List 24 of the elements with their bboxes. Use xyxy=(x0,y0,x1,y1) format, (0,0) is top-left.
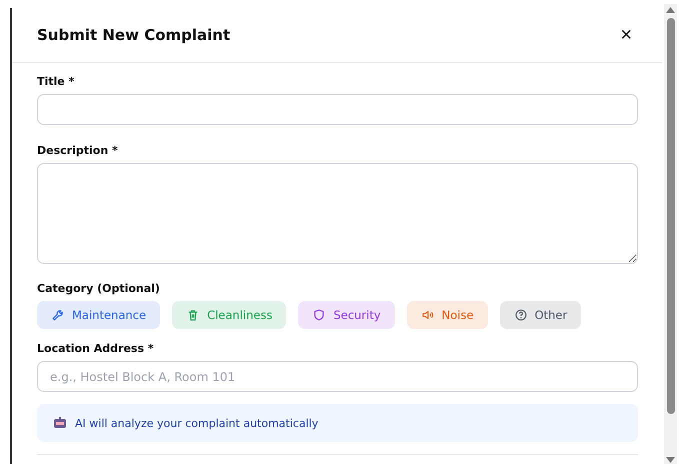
field-label: Title * xyxy=(37,75,76,88)
scrollbar-thumb[interactable] xyxy=(667,18,675,414)
question-icon xyxy=(514,308,528,322)
category-chip[interactable]: Noise xyxy=(406,301,488,329)
scrollbar[interactable] xyxy=(664,4,677,464)
field-label: Description * xyxy=(37,144,119,157)
field-label: Category (Optional) xyxy=(37,282,161,295)
scroll-up-icon[interactable] xyxy=(666,7,675,13)
wrench-icon xyxy=(51,308,65,322)
shield-icon xyxy=(312,308,326,322)
field-label: Location Address * xyxy=(37,342,155,355)
location-field[interactable]: e.g., Hostel Block A, Room 101 xyxy=(37,361,638,392)
description-field[interactable] xyxy=(37,163,638,264)
category-chip[interactable]: Maintenance xyxy=(37,301,160,329)
title-field[interactable] xyxy=(37,94,638,125)
scroll-down-icon[interactable] xyxy=(666,457,675,463)
speaker-icon xyxy=(420,308,435,322)
dialog-title: Submit New Complaint xyxy=(37,26,230,44)
close-button[interactable]: × xyxy=(616,24,636,46)
category-chip[interactable]: Cleanliness xyxy=(172,301,286,329)
ai-notice-text: AI will analyze your complaint automatically xyxy=(75,416,318,430)
category-chip[interactable]: Other xyxy=(500,301,582,329)
category-chip[interactable]: Security xyxy=(298,301,395,329)
robot-icon xyxy=(53,417,67,429)
